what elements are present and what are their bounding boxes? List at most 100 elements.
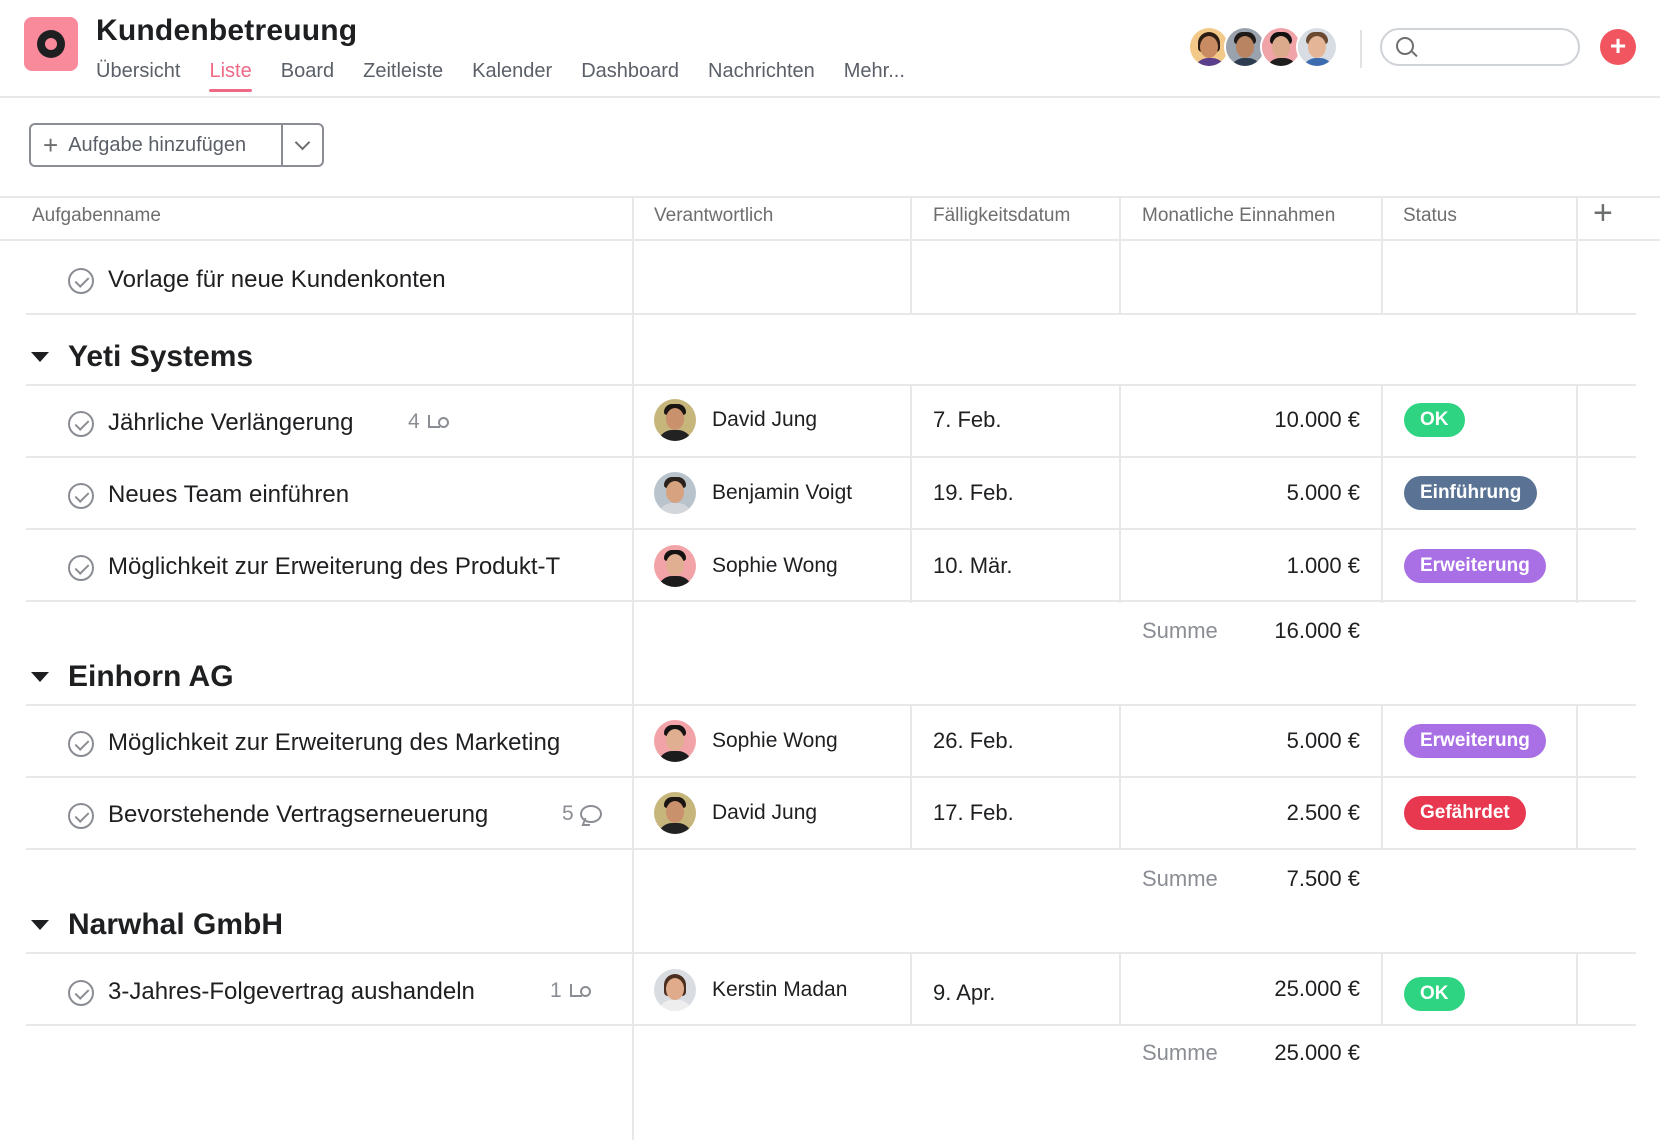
row-divider bbox=[26, 704, 1636, 706]
add-task-button[interactable]: + Aufgabe hinzufügen bbox=[31, 125, 283, 165]
subtask-count-value: 1 bbox=[550, 979, 562, 1002]
tab-overview[interactable]: Übersicht bbox=[96, 60, 180, 83]
monthly-revenue[interactable]: 5.000 € bbox=[1160, 480, 1360, 506]
tab-list[interactable]: Liste bbox=[209, 60, 252, 92]
tab-calendar[interactable]: Kalender bbox=[472, 60, 552, 83]
row-divider bbox=[26, 313, 1636, 315]
complete-checkbox[interactable] bbox=[68, 731, 94, 757]
section-title[interactable]: Narwhal GmbH bbox=[68, 908, 283, 942]
avatar[interactable] bbox=[1296, 26, 1338, 68]
column-divider bbox=[910, 196, 912, 314]
column-divider bbox=[1381, 953, 1383, 1025]
assignee[interactable]: David Jung bbox=[654, 399, 817, 441]
tab-timeline[interactable]: Zeitleiste bbox=[363, 60, 443, 83]
add-task-dropdown[interactable] bbox=[283, 125, 322, 165]
subtask-count[interactable]: 4 bbox=[408, 410, 449, 434]
due-date[interactable]: 7. Feb. bbox=[933, 407, 1001, 433]
avatar bbox=[654, 472, 696, 514]
monthly-revenue[interactable]: 10.000 € bbox=[1160, 407, 1360, 433]
section-sum: 16.000 € bbox=[1274, 618, 1360, 643]
assignee[interactable]: Benjamin Voigt bbox=[654, 472, 852, 514]
avatar bbox=[654, 399, 696, 441]
task-name[interactable]: Möglichkeit zur Erweiterung des Marketin… bbox=[108, 729, 626, 757]
collapse-section-icon[interactable] bbox=[31, 672, 49, 682]
column-header-due-date[interactable]: Fälligkeitsdatum bbox=[933, 205, 1070, 227]
column-header-assignee[interactable]: Verantwortlich bbox=[654, 205, 773, 227]
section-sum: 25.000 € bbox=[1274, 1040, 1360, 1065]
project-icon bbox=[24, 17, 78, 71]
assignee-name: Sophie Wong bbox=[712, 729, 838, 752]
column-divider bbox=[1119, 385, 1121, 603]
column-header-status[interactable]: Status bbox=[1403, 205, 1457, 227]
task-name[interactable]: Bevorstehende Vertragserneuerung bbox=[108, 801, 488, 829]
due-date[interactable]: 17. Feb. bbox=[933, 800, 1014, 826]
task-name[interactable]: Vorlage für neue Kundenkonten bbox=[108, 266, 446, 294]
row-divider bbox=[26, 528, 1636, 530]
assignee-name: David Jung bbox=[712, 408, 818, 431]
assignee[interactable]: Sophie Wong bbox=[654, 545, 838, 587]
status-badge[interactable]: Erweiterung bbox=[1404, 724, 1546, 758]
row-divider bbox=[26, 600, 1636, 602]
task-name[interactable]: 3-Jahres-Folgevertrag aushandeln bbox=[108, 978, 475, 1006]
section-title[interactable]: Yeti Systems bbox=[68, 340, 253, 374]
project-members[interactable] bbox=[1188, 26, 1344, 70]
status-badge[interactable]: Erweiterung bbox=[1404, 549, 1546, 583]
status-badge[interactable]: Gefährdet bbox=[1404, 796, 1526, 830]
status-badge[interactable]: OK bbox=[1404, 977, 1465, 1011]
status-badge[interactable]: OK bbox=[1404, 403, 1465, 437]
tab-messages[interactable]: Nachrichten bbox=[708, 60, 815, 83]
column-divider bbox=[910, 953, 912, 1025]
section-title[interactable]: Einhorn AG bbox=[68, 660, 234, 694]
project-title: Kundenbetreuung bbox=[96, 14, 358, 47]
collapse-section-icon[interactable] bbox=[31, 920, 49, 930]
assignee[interactable]: Kerstin Madan bbox=[654, 969, 847, 1011]
add-task-label: Aufgabe hinzufügen bbox=[68, 133, 247, 156]
add-column-button[interactable]: + bbox=[1593, 196, 1613, 230]
due-date[interactable]: 19. Feb. bbox=[933, 480, 1014, 506]
monthly-revenue[interactable]: 2.500 € bbox=[1160, 800, 1360, 826]
task-name[interactable]: Jährliche Verlängerung bbox=[108, 409, 354, 437]
monthly-revenue[interactable]: 1.000 € bbox=[1160, 553, 1360, 579]
row-divider bbox=[26, 776, 1636, 778]
column-header-task-name[interactable]: Aufgabenname bbox=[32, 205, 161, 227]
quick-add-button[interactable]: + bbox=[1600, 29, 1636, 65]
table-header-top-border bbox=[0, 196, 1660, 198]
subtask-count[interactable]: 1 bbox=[550, 979, 591, 1003]
complete-checkbox[interactable] bbox=[68, 483, 94, 509]
column-divider bbox=[910, 385, 912, 603]
column-divider bbox=[1576, 385, 1578, 603]
column-divider bbox=[1381, 196, 1383, 314]
tab-board[interactable]: Board bbox=[281, 60, 334, 83]
tab-more[interactable]: Mehr... bbox=[844, 60, 905, 83]
due-date[interactable]: 26. Feb. bbox=[933, 728, 1014, 754]
complete-checkbox[interactable] bbox=[68, 803, 94, 829]
search-input[interactable] bbox=[1380, 28, 1580, 66]
complete-checkbox[interactable] bbox=[68, 268, 94, 294]
monthly-revenue[interactable]: 25.000 € bbox=[1160, 976, 1360, 1002]
subtask-count-value: 4 bbox=[408, 410, 420, 433]
assignee[interactable]: Sophie Wong bbox=[654, 720, 838, 762]
row-divider bbox=[26, 952, 1636, 954]
due-date[interactable]: 9. Apr. bbox=[933, 980, 995, 1006]
column-divider bbox=[1576, 953, 1578, 1025]
status-badge[interactable]: Einführung bbox=[1404, 476, 1538, 510]
task-name[interactable]: Möglichkeit zur Erweiterung des Produkt-… bbox=[108, 553, 626, 581]
column-divider bbox=[632, 196, 634, 1140]
collapse-section-icon[interactable] bbox=[31, 352, 49, 362]
complete-checkbox[interactable] bbox=[68, 555, 94, 581]
search-icon bbox=[1396, 37, 1414, 55]
comment-icon bbox=[579, 805, 602, 823]
task-name[interactable]: Neues Team einführen bbox=[108, 481, 349, 509]
due-date[interactable]: 10. Mär. bbox=[933, 553, 1012, 579]
monthly-revenue[interactable]: 5.000 € bbox=[1160, 728, 1360, 754]
assignee[interactable]: David Jung bbox=[654, 792, 817, 834]
tab-dashboard[interactable]: Dashboard bbox=[581, 60, 679, 83]
complete-checkbox[interactable] bbox=[68, 980, 94, 1006]
comment-count[interactable]: 5 bbox=[562, 802, 602, 826]
header-divider-line bbox=[0, 96, 1660, 98]
complete-checkbox[interactable] bbox=[68, 411, 94, 437]
avatar bbox=[654, 545, 696, 587]
plus-icon: + bbox=[43, 130, 59, 160]
add-task-control: + Aufgabe hinzufügen bbox=[29, 123, 324, 167]
column-header-revenue[interactable]: Monatliche Einnahmen bbox=[1142, 205, 1335, 227]
